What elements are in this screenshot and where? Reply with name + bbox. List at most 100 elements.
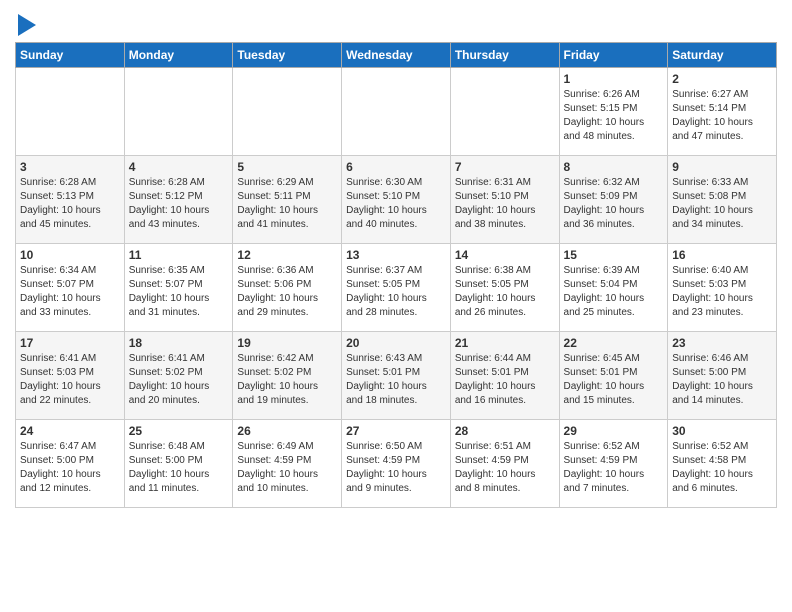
calendar-cell-2-1: 3 Sunrise: 6:28 AM Sunset: 5:13 PM Daylig… [16,156,125,244]
calendar-week-1: 1 Sunrise: 6:26 AM Sunset: 5:15 PM Daylig… [16,68,777,156]
calendar-cell-4-7: 23 Sunrise: 6:46 AM Sunset: 5:00 PM Dayli… [668,332,777,420]
day-info: Sunrise: 6:28 AM Sunset: 5:12 PM Dayligh… [129,176,229,232]
day-info: Sunrise: 6:46 AM Sunset: 5:00 PM Dayligh… [672,352,772,408]
calendar-week-4: 17 Sunrise: 6:41 AM Sunset: 5:03 PM Dayli… [16,332,777,420]
calendar-cell-3-3: 12 Sunrise: 6:36 AM Sunset: 5:06 PM Dayli… [233,244,342,332]
day-number: 23 [672,336,772,350]
day-info: Sunrise: 6:41 AM Sunset: 5:03 PM Dayligh… [20,352,120,408]
day-info: Sunrise: 6:26 AM Sunset: 5:15 PM Dayligh… [564,88,664,144]
calendar-cell-2-5: 7 Sunrise: 6:31 AM Sunset: 5:10 PM Daylig… [450,156,559,244]
day-number: 12 [237,248,337,262]
day-info: Sunrise: 6:31 AM Sunset: 5:10 PM Dayligh… [455,176,555,232]
calendar-cell-5-4: 27 Sunrise: 6:50 AM Sunset: 4:59 PM Dayli… [342,420,451,508]
calendar-cell-5-7: 30 Sunrise: 6:52 AM Sunset: 4:58 PM Dayli… [668,420,777,508]
day-number: 16 [672,248,772,262]
day-number: 30 [672,424,772,438]
weekday-header-tuesday: Tuesday [233,43,342,68]
calendar-cell-5-6: 29 Sunrise: 6:52 AM Sunset: 4:59 PM Dayli… [559,420,668,508]
weekday-header-monday: Monday [124,43,233,68]
calendar-cell-1-7: 2Sunrise: 6:27 AM Sunset: 5:14 PM Daylig… [668,68,777,156]
weekday-header-saturday: Saturday [668,43,777,68]
day-info: Sunrise: 6:37 AM Sunset: 5:05 PM Dayligh… [346,264,446,320]
weekday-header-friday: Friday [559,43,668,68]
day-number: 13 [346,248,446,262]
calendar-cell-1-1 [16,68,125,156]
day-info: Sunrise: 6:28 AM Sunset: 5:13 PM Dayligh… [20,176,120,232]
weekday-header-thursday: Thursday [450,43,559,68]
calendar-cell-1-5 [450,68,559,156]
day-number: 5 [237,160,337,174]
calendar-cell-1-4 [342,68,451,156]
day-info: Sunrise: 6:29 AM Sunset: 5:11 PM Dayligh… [237,176,337,232]
calendar-cell-4-5: 21 Sunrise: 6:44 AM Sunset: 5:01 PM Dayli… [450,332,559,420]
day-number: 2 [672,72,772,86]
calendar-cell-1-6: 1 Sunrise: 6:26 AM Sunset: 5:15 PM Daylig… [559,68,668,156]
logo [15,14,36,34]
day-info: Sunrise: 6:51 AM Sunset: 4:59 PM Dayligh… [455,440,555,496]
day-info: Sunrise: 6:49 AM Sunset: 4:59 PM Dayligh… [237,440,337,496]
day-number: 1 [564,72,664,86]
day-number: 14 [455,248,555,262]
calendar-cell-2-6: 8Sunrise: 6:32 AM Sunset: 5:09 PM Daylig… [559,156,668,244]
page: SundayMondayTuesdayWednesdayThursdayFrid… [0,0,792,523]
day-info: Sunrise: 6:47 AM Sunset: 5:00 PM Dayligh… [20,440,120,496]
calendar-cell-5-2: 25 Sunrise: 6:48 AM Sunset: 5:00 PM Dayli… [124,420,233,508]
logo-text [15,14,36,36]
weekday-header-sunday: Sunday [16,43,125,68]
day-info: Sunrise: 6:30 AM Sunset: 5:10 PM Dayligh… [346,176,446,232]
day-info: Sunrise: 6:44 AM Sunset: 5:01 PM Dayligh… [455,352,555,408]
calendar-cell-1-2 [124,68,233,156]
calendar-cell-3-2: 11 Sunrise: 6:35 AM Sunset: 5:07 PM Dayli… [124,244,233,332]
day-number: 17 [20,336,120,350]
calendar-week-3: 10Sunrise: 6:34 AM Sunset: 5:07 PM Dayli… [16,244,777,332]
calendar-week-5: 24 Sunrise: 6:47 AM Sunset: 5:00 PM Dayli… [16,420,777,508]
calendar-cell-2-4: 6Sunrise: 6:30 AM Sunset: 5:10 PM Daylig… [342,156,451,244]
day-number: 25 [129,424,229,438]
day-number: 10 [20,248,120,262]
calendar-table: SundayMondayTuesdayWednesdayThursdayFrid… [15,42,777,508]
day-info: Sunrise: 6:35 AM Sunset: 5:07 PM Dayligh… [129,264,229,320]
calendar-cell-4-2: 18Sunrise: 6:41 AM Sunset: 5:02 PM Dayli… [124,332,233,420]
header [15,10,777,34]
day-number: 26 [237,424,337,438]
calendar-cell-3-4: 13 Sunrise: 6:37 AM Sunset: 5:05 PM Dayli… [342,244,451,332]
calendar-cell-5-3: 26 Sunrise: 6:49 AM Sunset: 4:59 PM Dayli… [233,420,342,508]
logo-block [15,14,36,34]
day-info: Sunrise: 6:38 AM Sunset: 5:05 PM Dayligh… [455,264,555,320]
day-number: 29 [564,424,664,438]
calendar-cell-3-5: 14 Sunrise: 6:38 AM Sunset: 5:05 PM Dayli… [450,244,559,332]
calendar-cell-2-7: 9Sunrise: 6:33 AM Sunset: 5:08 PM Daylig… [668,156,777,244]
day-number: 20 [346,336,446,350]
calendar-cell-4-1: 17 Sunrise: 6:41 AM Sunset: 5:03 PM Dayli… [16,332,125,420]
calendar-cell-3-1: 10Sunrise: 6:34 AM Sunset: 5:07 PM Dayli… [16,244,125,332]
weekday-header-wednesday: Wednesday [342,43,451,68]
day-number: 11 [129,248,229,262]
day-number: 19 [237,336,337,350]
calendar-cell-3-6: 15Sunrise: 6:39 AM Sunset: 5:04 PM Dayli… [559,244,668,332]
day-number: 27 [346,424,446,438]
day-info: Sunrise: 6:48 AM Sunset: 5:00 PM Dayligh… [129,440,229,496]
day-number: 4 [129,160,229,174]
day-number: 7 [455,160,555,174]
day-number: 3 [20,160,120,174]
calendar-cell-5-1: 24 Sunrise: 6:47 AM Sunset: 5:00 PM Dayli… [16,420,125,508]
day-info: Sunrise: 6:50 AM Sunset: 4:59 PM Dayligh… [346,440,446,496]
day-number: 15 [564,248,664,262]
calendar-cell-1-3 [233,68,342,156]
calendar-cell-2-3: 5 Sunrise: 6:29 AM Sunset: 5:11 PM Daylig… [233,156,342,244]
day-number: 21 [455,336,555,350]
day-number: 24 [20,424,120,438]
day-info: Sunrise: 6:52 AM Sunset: 4:58 PM Dayligh… [672,440,772,496]
logo-arrow-icon [18,14,36,36]
day-number: 22 [564,336,664,350]
day-number: 18 [129,336,229,350]
day-info: Sunrise: 6:52 AM Sunset: 4:59 PM Dayligh… [564,440,664,496]
day-number: 9 [672,160,772,174]
day-number: 28 [455,424,555,438]
calendar-cell-5-5: 28 Sunrise: 6:51 AM Sunset: 4:59 PM Dayli… [450,420,559,508]
calendar-cell-4-4: 20Sunrise: 6:43 AM Sunset: 5:01 PM Dayli… [342,332,451,420]
calendar-cell-4-6: 22Sunrise: 6:45 AM Sunset: 5:01 PM Dayli… [559,332,668,420]
day-number: 8 [564,160,664,174]
day-info: Sunrise: 6:36 AM Sunset: 5:06 PM Dayligh… [237,264,337,320]
day-info: Sunrise: 6:42 AM Sunset: 5:02 PM Dayligh… [237,352,337,408]
